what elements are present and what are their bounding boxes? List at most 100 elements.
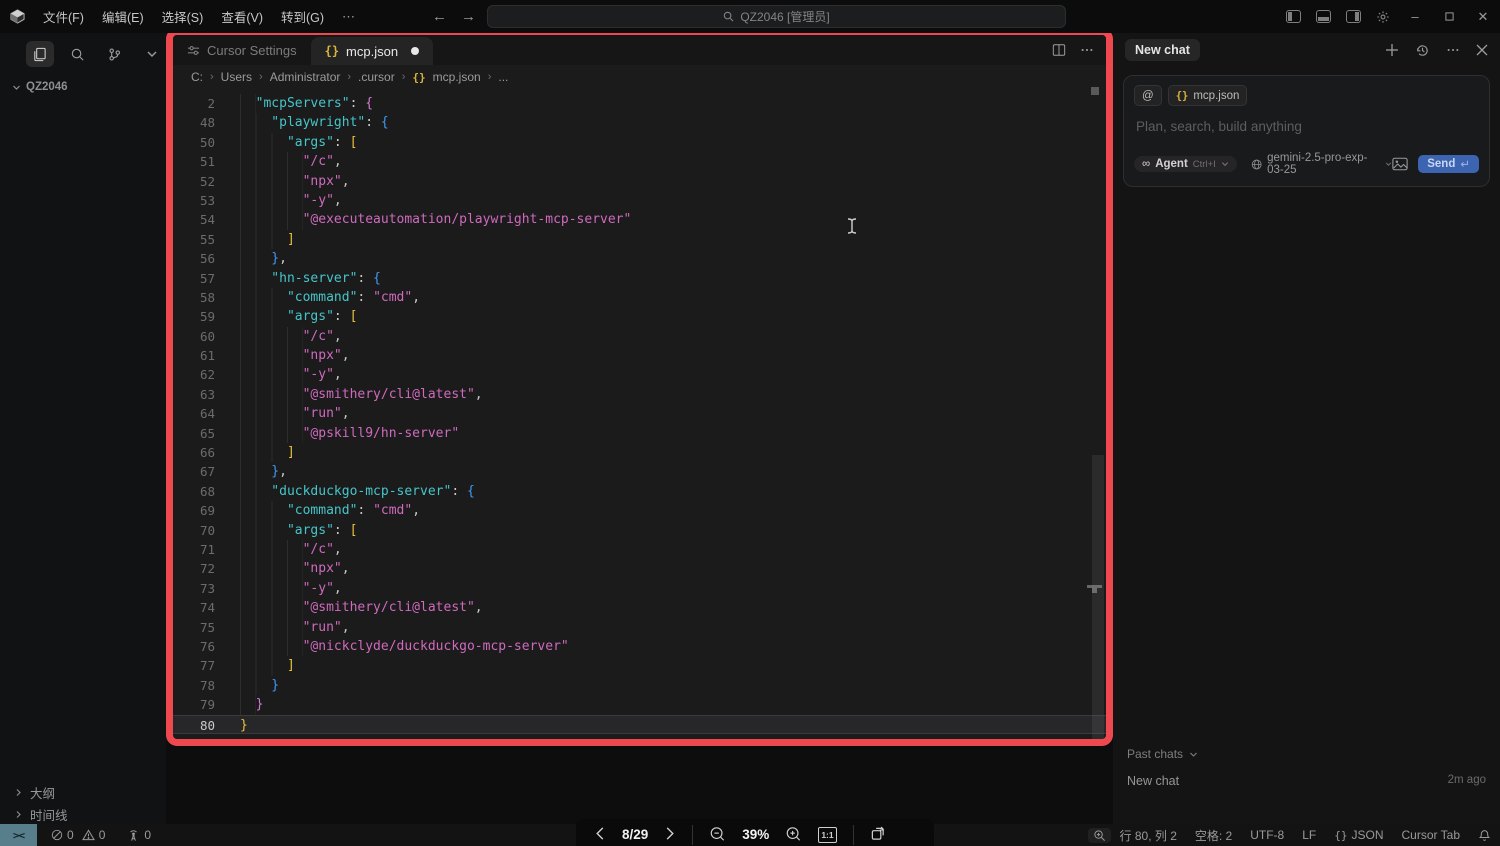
toggle-secondary-sidebar-button[interactable] xyxy=(1338,0,1368,33)
editor-scrollbar[interactable] xyxy=(1092,455,1104,743)
code-line-72[interactable]: 72"npx", xyxy=(173,559,1106,578)
code-line-75[interactable]: 75"run", xyxy=(173,618,1106,637)
send-button[interactable]: Send ↵ xyxy=(1418,155,1479,173)
code-line-79[interactable]: 79} xyxy=(173,695,1106,714)
menu-item[interactable]: 查看(V) xyxy=(212,3,272,30)
history-forward-button[interactable]: → xyxy=(461,8,476,25)
explorer-icon[interactable] xyxy=(26,41,54,67)
restore-button[interactable] xyxy=(1432,0,1466,33)
model-selector[interactable]: gemini-2.5-pro-exp-03-25 xyxy=(1251,152,1392,176)
prev-page-icon[interactable] xyxy=(594,825,606,841)
menu-item[interactable]: 选择(S) xyxy=(153,3,213,30)
add-context-button[interactable]: @ xyxy=(1134,85,1162,106)
code-line-74[interactable]: 74"@smithery/cli@latest", xyxy=(173,598,1106,617)
next-page-icon[interactable] xyxy=(664,825,676,841)
actual-size-button[interactable]: 1:1 xyxy=(818,827,836,843)
code-line-66[interactable]: 66] xyxy=(173,443,1106,462)
breadcrumb-item[interactable]: mcp.json xyxy=(433,70,481,84)
timeline-section-header[interactable]: 时间线 xyxy=(0,803,166,825)
remote-indicator[interactable]: >< xyxy=(0,824,37,846)
zoom-out-icon[interactable] xyxy=(709,825,726,842)
code-line-64[interactable]: 64"run", xyxy=(173,404,1106,423)
toggle-primary-sidebar-button[interactable] xyxy=(1278,0,1308,33)
history-back-button[interactable]: ← xyxy=(432,8,447,25)
code-line-70[interactable]: 70"args": [ xyxy=(173,521,1106,540)
past-chat-item[interactable]: New chat 2m ago xyxy=(1127,774,1486,788)
chat-tab-new-chat[interactable]: New chat xyxy=(1125,39,1200,61)
explorer-project-header[interactable]: QZ2046 xyxy=(0,67,166,93)
code-line-73[interactable]: 73"-y", xyxy=(173,579,1106,598)
code-line-50[interactable]: 50"args": [ xyxy=(173,133,1106,152)
code-line-54[interactable]: 54"@executeautomation/playwright-mcp-ser… xyxy=(173,210,1106,229)
breadcrumb-item[interactable]: Users xyxy=(221,70,252,84)
outline-section-header[interactable]: 大纲 xyxy=(0,781,166,803)
zoom-in-icon[interactable] xyxy=(785,825,802,842)
search-sidebar-icon[interactable] xyxy=(64,41,92,67)
code-line-61[interactable]: 61"npx", xyxy=(173,346,1106,365)
code-line-63[interactable]: 63"@smithery/cli@latest", xyxy=(173,385,1106,404)
code-line-60[interactable]: 60"/c", xyxy=(173,327,1106,346)
modified-dot-icon[interactable] xyxy=(411,47,419,55)
problems-indicator[interactable]: 0 0 xyxy=(45,824,111,846)
more-views-chevron-icon[interactable] xyxy=(139,41,167,67)
editor-more-actions-icon[interactable] xyxy=(1080,43,1094,57)
code-line-56[interactable]: 56}, xyxy=(173,249,1106,268)
code-line-67[interactable]: 67}, xyxy=(173,462,1106,481)
command-center-search[interactable]: QZ2046 [管理员] xyxy=(487,5,1066,28)
rotate-icon[interactable] xyxy=(870,825,886,841)
code-line-2[interactable]: 2"mcpServers": { xyxy=(173,94,1106,113)
close-chat-icon[interactable] xyxy=(1476,44,1488,56)
chat-input-box[interactable]: @ {} mcp.json Plan, search, build anythi… xyxy=(1123,75,1490,187)
code-line-59[interactable]: 59"args": [ xyxy=(173,307,1106,326)
agent-mode-selector[interactable]: ∞ Agent Ctrl+I xyxy=(1134,156,1237,172)
code-line-71[interactable]: 71"/c", xyxy=(173,540,1106,559)
code-line-62[interactable]: 62"-y", xyxy=(173,365,1106,384)
chat-history-icon[interactable] xyxy=(1415,43,1430,58)
breadcrumb-item[interactable]: C: xyxy=(191,70,203,84)
attach-image-icon[interactable] xyxy=(1392,157,1408,171)
chat-more-icon[interactable] xyxy=(1446,43,1460,57)
code-line-53[interactable]: 53"-y", xyxy=(173,191,1106,210)
past-chats-header[interactable]: Past chats xyxy=(1127,747,1486,761)
indentation-indicator[interactable]: 空格: 2 xyxy=(1186,824,1241,846)
code-line-68[interactable]: 68"duckduckgo-mcp-server": { xyxy=(173,482,1106,501)
code-line-78[interactable]: 78} xyxy=(173,676,1106,695)
breadcrumb-item[interactable]: Administrator xyxy=(270,70,341,84)
tab-cursor-settings[interactable]: Cursor Settings xyxy=(173,35,311,65)
ports-indicator[interactable]: 0 xyxy=(121,824,157,846)
close-button[interactable]: ✕ xyxy=(1466,0,1500,33)
code-line-77[interactable]: 77] xyxy=(173,656,1106,675)
code-line-76[interactable]: 76"@nickclyde/duckduckgo-mcp-server" xyxy=(173,637,1106,656)
breadcrumb-item[interactable]: ... xyxy=(498,70,508,84)
zoom-status-button[interactable] xyxy=(1088,828,1111,843)
breadcrumb-item[interactable]: .cursor xyxy=(358,70,395,84)
code-line-55[interactable]: 55] xyxy=(173,230,1106,249)
tab-mcp-json[interactable]: {} mcp.json xyxy=(311,37,433,65)
code-line-52[interactable]: 52"npx", xyxy=(173,172,1106,191)
menu-item[interactable]: 编辑(E) xyxy=(93,3,153,30)
chat-input-placeholder[interactable]: Plan, search, build anything xyxy=(1134,106,1479,152)
toggle-panel-button[interactable] xyxy=(1308,0,1338,33)
breadcrumb[interactable]: C:›Users›Administrator›.cursor›{}mcp.jso… xyxy=(173,65,1106,89)
new-chat-plus-icon[interactable] xyxy=(1385,43,1399,57)
language-mode-indicator[interactable]: {} JSON xyxy=(1325,824,1392,846)
layout-settings-gear-icon[interactable] xyxy=(1368,0,1398,33)
code-line-65[interactable]: 65"@pskill9/hn-server" xyxy=(173,424,1106,443)
menu-item[interactable]: 文件(F) xyxy=(34,3,93,30)
notifications-bell-icon[interactable] xyxy=(1469,824,1500,846)
cursor-tab-indicator[interactable]: Cursor Tab xyxy=(1393,824,1469,846)
minimize-button[interactable]: – xyxy=(1398,0,1432,33)
code-editor[interactable]: 2"mcpServers": {48"playwright": {50"args… xyxy=(173,89,1106,734)
code-line-48[interactable]: 48"playwright": { xyxy=(173,113,1106,132)
context-file-chip[interactable]: {} mcp.json xyxy=(1168,85,1248,106)
cursor-position-indicator[interactable]: 行 80, 列 2 xyxy=(1111,824,1186,846)
menu-more-button[interactable]: ⋯ xyxy=(333,5,365,29)
menu-item[interactable]: 转到(G) xyxy=(272,3,333,30)
split-editor-icon[interactable] xyxy=(1052,43,1066,57)
code-line-69[interactable]: 69"command": "cmd", xyxy=(173,501,1106,520)
code-line-58[interactable]: 58"command": "cmd", xyxy=(173,288,1106,307)
encoding-indicator[interactable]: UTF-8 xyxy=(1241,824,1293,846)
source-control-icon[interactable] xyxy=(101,41,129,67)
code-line-51[interactable]: 51"/c", xyxy=(173,152,1106,171)
code-line-57[interactable]: 57"hn-server": { xyxy=(173,269,1106,288)
